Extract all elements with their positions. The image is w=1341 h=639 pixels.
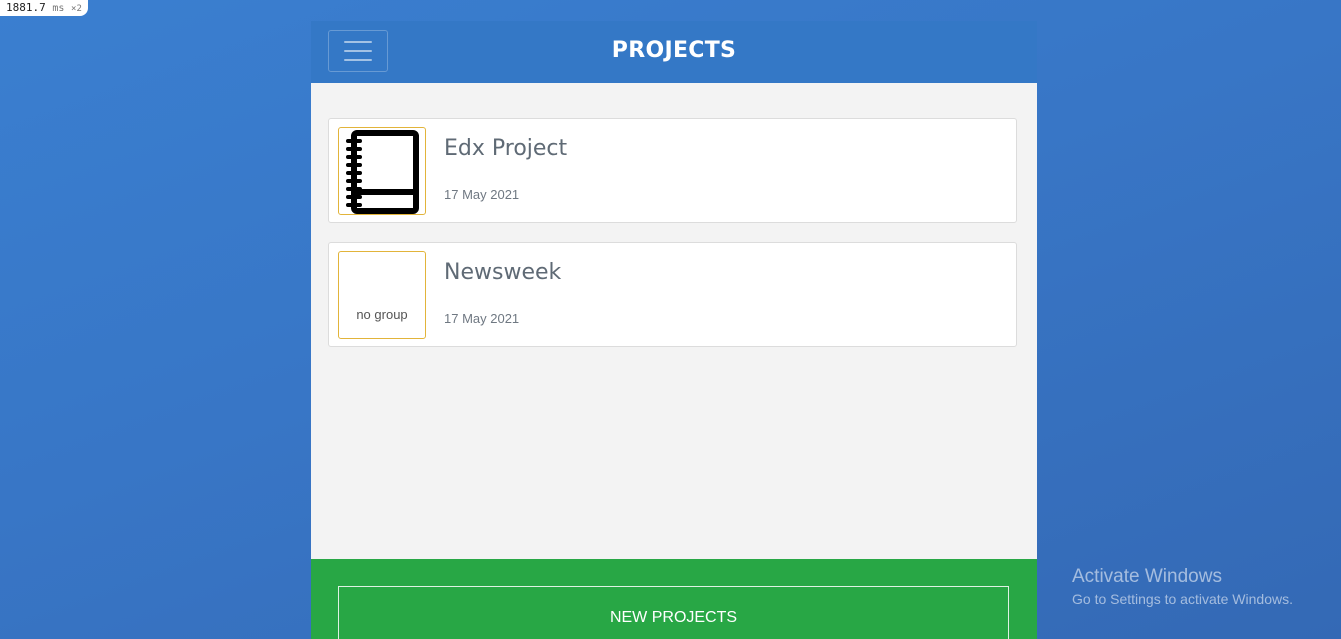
perf-value: 1881.7: [6, 1, 46, 14]
page-title: PROJECTS: [611, 38, 737, 63]
windows-activation-watermark: Activate Windows Go to Settings to activ…: [1072, 566, 1293, 609]
watermark-title: Activate Windows: [1072, 566, 1222, 587]
perf-multiplier: ×2: [71, 4, 82, 14]
new-projects-button[interactable]: NEW PROJECTS: [338, 586, 1009, 639]
header-bar: PROJECTS: [311, 21, 1037, 83]
project-thumbnail: [338, 127, 426, 215]
watermark-subtitle: Go to Settings to activate Windows.: [1072, 591, 1293, 607]
performance-timer: 1881.7 ms ×2: [0, 0, 88, 16]
project-card-edx[interactable]: Edx Project 17 May 2021: [328, 118, 1017, 223]
project-name: Edx Project: [444, 136, 568, 161]
project-date: 17 May 2021: [444, 311, 520, 326]
project-card-newsweek[interactable]: no group Newsweek 17 May 2021: [328, 242, 1017, 347]
perf-unit: ms: [52, 3, 65, 14]
no-group-label: no group: [356, 307, 408, 322]
project-date: 17 May 2021: [444, 187, 520, 202]
project-thumbnail: no group: [338, 251, 426, 339]
footer-bar: NEW PROJECTS: [311, 559, 1037, 639]
project-name: Newsweek: [444, 260, 562, 285]
notebook-icon: [346, 130, 419, 214]
projects-app: PROJECTS Edx Project 17 May 2021 no grou…: [311, 21, 1037, 639]
